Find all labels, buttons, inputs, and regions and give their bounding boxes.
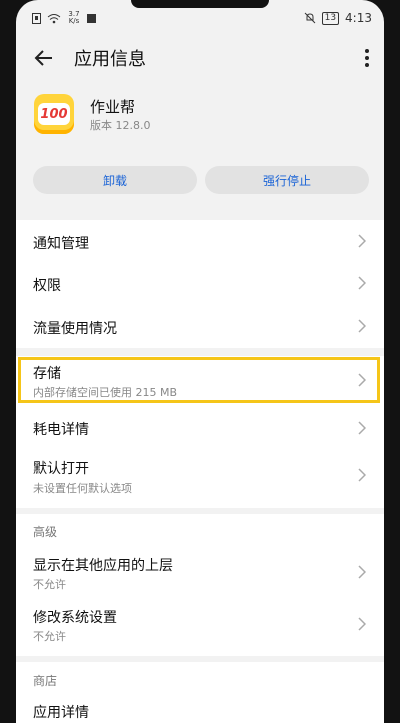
status-right: 13 4:13 — [304, 11, 372, 25]
row-subtitle: 内部存储空间已使用 215 MB — [33, 386, 178, 399]
phone-screen: 3.7 K/s 13 4:13 应用信息 100 作业帮 版本 12.8.0 卸… — [16, 0, 384, 723]
row-label: 流量使用情况 — [33, 321, 117, 337]
row-subtitle: 不允许 — [33, 578, 66, 591]
section-header-advanced: 高级 — [33, 525, 58, 539]
chevron-right-icon — [358, 565, 366, 579]
wifi-icon — [47, 13, 61, 23]
chevron-right-icon — [358, 617, 366, 631]
modify-system-settings-row[interactable]: 修改系统设置 不允许 — [16, 602, 384, 654]
data-usage-row[interactable]: 流量使用情况 — [16, 304, 384, 348]
app-details-row[interactable]: 应用详情 — [33, 702, 89, 722]
advanced-group: 高级 显示在其他应用的上层 不允许 修改系统设置 不允许 — [16, 514, 384, 656]
open-by-default-row[interactable]: 默认打开 未设置任何默认选项 — [16, 452, 384, 504]
permissions-row[interactable]: 权限 — [16, 262, 384, 304]
camera-notch — [131, 0, 269, 8]
status-left: 3.7 K/s — [32, 11, 96, 25]
chevron-right-icon — [358, 421, 366, 435]
row-subtitle: 未设置任何默认选项 — [33, 482, 132, 495]
mute-icon — [304, 12, 315, 24]
chevron-right-icon — [358, 234, 366, 248]
force-stop-button[interactable]: 强行停止 — [205, 166, 369, 194]
app-name: 作业帮 — [90, 98, 136, 116]
row-label: 通知管理 — [33, 236, 89, 252]
chevron-right-icon — [358, 276, 366, 290]
row-subtitle: 不允许 — [33, 630, 66, 643]
storage-row[interactable]: 存储 内部存储空间已使用 215 MB — [16, 357, 384, 403]
chevron-right-icon — [358, 319, 366, 333]
settings-group-1: 通知管理 权限 流量使用情况 — [16, 220, 384, 348]
back-arrow-icon[interactable] — [32, 46, 56, 70]
row-label: 权限 — [33, 278, 61, 294]
row-label: 修改系统设置 — [33, 610, 117, 626]
status-bar: 3.7 K/s 13 4:13 — [16, 0, 384, 36]
store-group: 商店 应用详情 — [16, 662, 384, 723]
chevron-right-icon — [358, 373, 366, 387]
display-over-apps-row[interactable]: 显示在其他应用的上层 不允许 — [16, 550, 384, 602]
clock: 4:13 — [345, 11, 372, 25]
page-title: 应用信息 — [74, 49, 146, 70]
battery-level: 13 — [321, 11, 340, 25]
chevron-right-icon — [358, 468, 366, 482]
app-icon-badge: 100 — [38, 103, 70, 125]
row-label: 默认打开 — [33, 461, 89, 477]
row-label: 显示在其他应用的上层 — [33, 558, 173, 574]
row-label: 存储 — [33, 366, 61, 382]
app-bar: 应用信息 — [16, 36, 384, 80]
network-speed: 3.7 K/s — [68, 10, 80, 25]
sim-icon — [32, 12, 41, 24]
section-header-store: 商店 — [33, 674, 58, 688]
app-version: 版本 12.8.0 — [90, 119, 151, 132]
battery-details-row[interactable]: 耗电详情 — [16, 408, 384, 448]
notification-square-icon — [87, 13, 96, 23]
uninstall-button[interactable]: 卸载 — [33, 166, 197, 194]
more-options-icon[interactable] — [364, 48, 370, 68]
notification-management-row[interactable]: 通知管理 — [16, 220, 384, 262]
app-icon: 100 — [34, 94, 74, 134]
row-label: 耗电详情 — [33, 422, 89, 438]
